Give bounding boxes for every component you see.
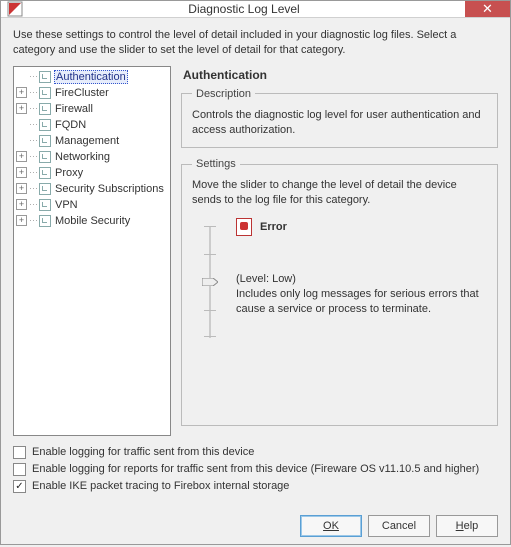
app-icon <box>7 1 23 17</box>
checkbox-enable-traffic-logging[interactable]: Enable logging for traffic sent from thi… <box>13 446 498 459</box>
description-text: Controls the diagnostic log level for us… <box>192 108 487 138</box>
slider-thumb[interactable] <box>202 278 218 286</box>
close-button[interactable]: ✕ <box>465 1 510 17</box>
titlebar: Diagnostic Log Level ✕ <box>1 1 510 18</box>
description-group: Description Controls the diagnostic log … <box>181 88 498 149</box>
dialog-window: Diagnostic Log Level ✕ Use these setting… <box>0 0 511 545</box>
tree-item-firewall[interactable]: +⋯ Firewall <box>16 101 168 117</box>
node-icon <box>39 87 51 99</box>
tree-label: Networking <box>54 151 111 163</box>
expand-icon[interactable]: + <box>16 215 27 226</box>
expand-icon[interactable]: + <box>16 199 27 210</box>
button-bar: OK Cancel Help <box>1 507 510 547</box>
expand-icon[interactable]: + <box>16 87 27 98</box>
tree-label: Authentication <box>54 70 128 84</box>
node-icon <box>39 151 51 163</box>
tree-item-management[interactable]: ⋯ Management <box>16 133 168 149</box>
tree-label: FireCluster <box>54 87 110 99</box>
node-icon <box>39 119 51 131</box>
level-name: Error <box>260 221 287 233</box>
tree-label: Proxy <box>54 167 84 179</box>
tree-item-proxy[interactable]: +⋯ Proxy <box>16 165 168 181</box>
tree-item-authentication[interactable]: ⋯ Authentication <box>16 69 168 85</box>
detail-pane: Authentication Description Controls the … <box>181 66 498 436</box>
checkbox-label: Enable IKE packet tracing to Firebox int… <box>32 480 289 492</box>
expand-icon[interactable]: + <box>16 183 27 194</box>
content-area: Use these settings to control the level … <box>1 18 510 507</box>
main-row: ⋯ Authentication +⋯ FireCluster +⋯ Firew… <box>13 66 498 436</box>
expand-icon[interactable]: + <box>16 151 27 162</box>
error-icon <box>236 218 252 236</box>
level-description-block: (Level: Low) Includes only log messages … <box>236 272 487 317</box>
tree-item-fqdn[interactable]: ⋯ FQDN <box>16 117 168 133</box>
checkbox-icon: ✓ <box>13 480 26 493</box>
cancel-label: Cancel <box>382 520 416 532</box>
tree-item-vpn[interactable]: +⋯ VPN <box>16 197 168 213</box>
node-icon <box>39 183 51 195</box>
log-level-slider[interactable] <box>200 222 220 342</box>
category-heading: Authentication <box>183 68 498 82</box>
level-name-row: Error <box>236 218 287 236</box>
settings-text: Move the slider to change the level of d… <box>192 178 487 208</box>
node-icon <box>39 215 51 227</box>
expand-icon[interactable]: + <box>16 103 27 114</box>
intro-text: Use these settings to control the level … <box>13 28 498 58</box>
category-tree[interactable]: ⋯ Authentication +⋯ FireCluster +⋯ Firew… <box>13 66 171 436</box>
description-legend: Description <box>192 88 255 100</box>
tree-item-mobile-security[interactable]: +⋯ Mobile Security <box>16 213 168 229</box>
tree-label: FQDN <box>54 119 87 131</box>
node-icon <box>39 103 51 115</box>
checkbox-label: Enable logging for traffic sent from thi… <box>32 446 254 458</box>
tree-label: Mobile Security <box>54 215 131 227</box>
window-title: Diagnostic Log Level <box>23 2 465 16</box>
level-desc: Includes only log messages for serious e… <box>236 287 479 317</box>
checkbox-icon <box>13 446 26 459</box>
checkbox-icon <box>13 463 26 476</box>
tree-label: Management <box>54 135 120 147</box>
tree-item-firecluster[interactable]: +⋯ FireCluster <box>16 85 168 101</box>
slider-labels: Error (Level: Low) Includes only log mes… <box>236 222 487 342</box>
settings-group: Settings Move the slider to change the l… <box>181 158 498 425</box>
node-icon <box>39 199 51 211</box>
settings-legend: Settings <box>192 158 240 170</box>
close-icon: ✕ <box>482 1 493 17</box>
checkbox-label: Enable logging for reports for traffic s… <box>32 463 479 475</box>
tree-label: Firewall <box>54 103 94 115</box>
level-tag: (Level: Low) <box>236 272 479 287</box>
slider-area: Error (Level: Low) Includes only log mes… <box>200 222 487 342</box>
node-icon <box>39 135 51 147</box>
node-icon <box>39 167 51 179</box>
tree-label: VPN <box>54 199 79 211</box>
tree-label: Security Subscriptions <box>54 183 165 195</box>
help-rest: elp <box>464 520 479 532</box>
help-button[interactable]: Help <box>436 515 498 537</box>
ok-button[interactable]: OK <box>300 515 362 537</box>
expand-icon[interactable]: + <box>16 167 27 178</box>
cancel-button[interactable]: Cancel <box>368 515 430 537</box>
checkbox-enable-reports-logging[interactable]: Enable logging for reports for traffic s… <box>13 463 498 476</box>
node-icon <box>39 71 51 83</box>
checkbox-enable-ike-tracing[interactable]: ✓ Enable IKE packet tracing to Firebox i… <box>13 480 498 493</box>
tree-item-networking[interactable]: +⋯ Networking <box>16 149 168 165</box>
tree-item-security-subscriptions[interactable]: +⋯ Security Subscriptions <box>16 181 168 197</box>
